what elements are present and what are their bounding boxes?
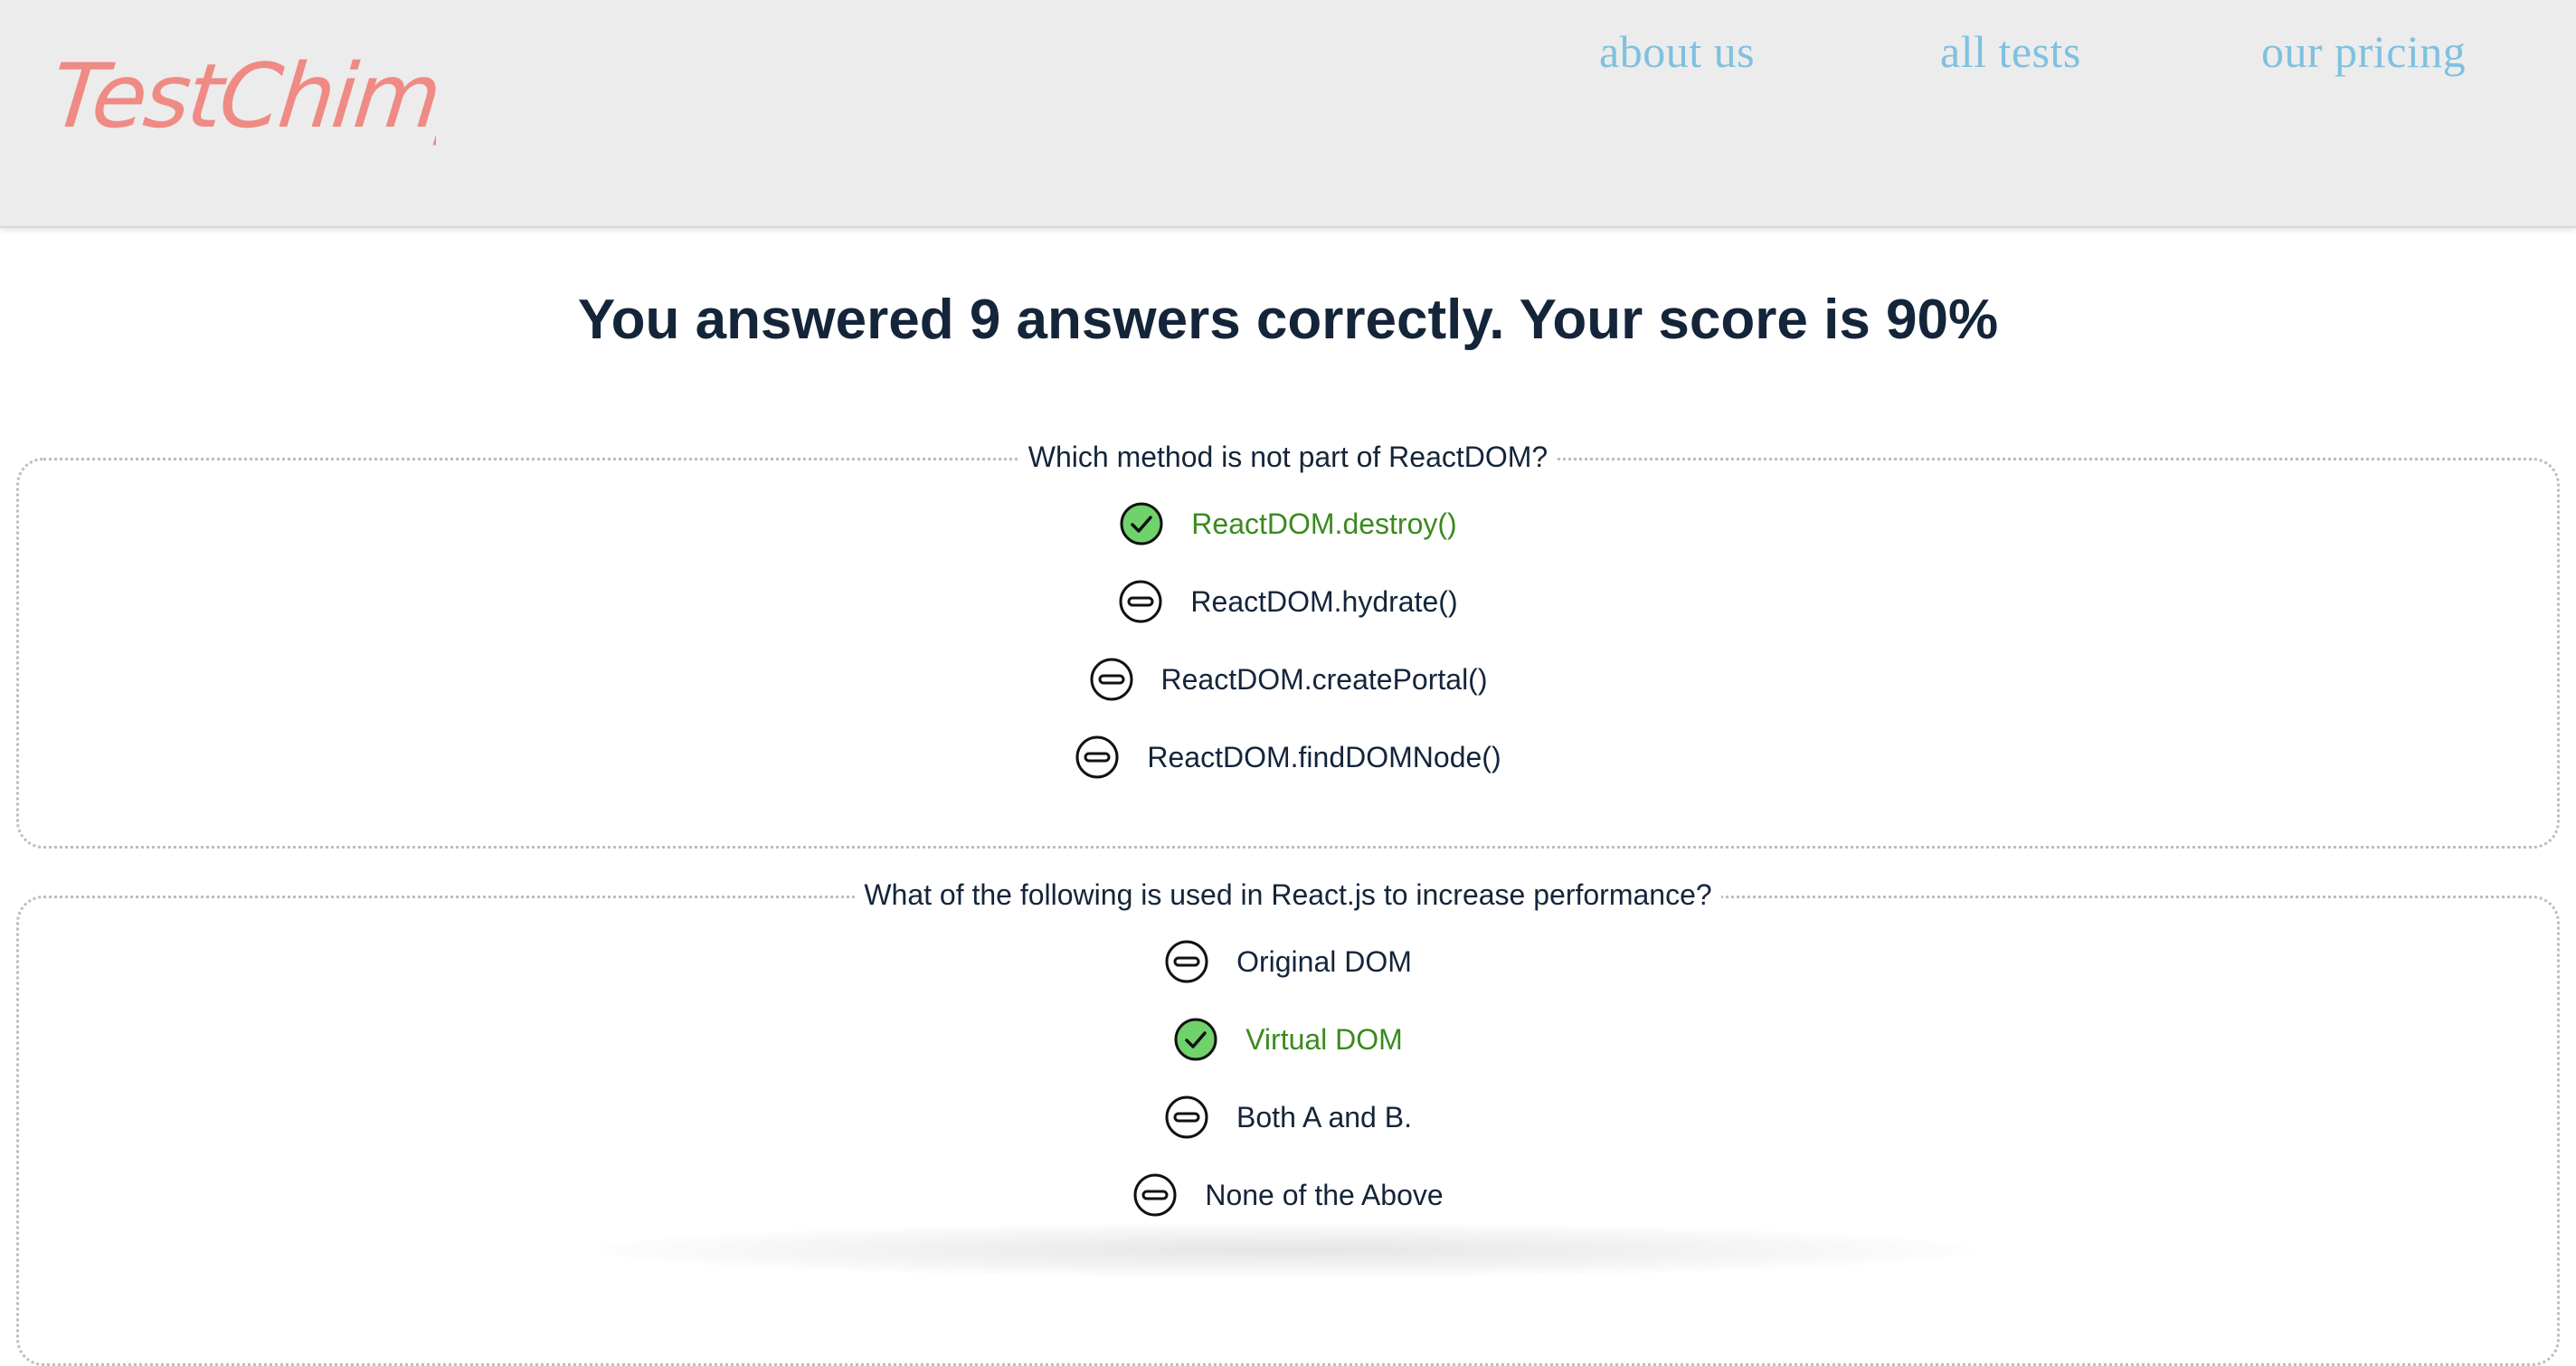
answer-option: ReactDOM.destroy() [19, 497, 2557, 551]
question-card: What of the following is used in React.j… [16, 878, 2560, 1366]
answer-option: ReactDOM.createPortal() [19, 652, 2557, 707]
site-header: TestChimp about us all tests our pricing [0, 0, 2576, 228]
minus-circle-icon [1165, 1096, 1208, 1139]
answer-label: None of the Above [1205, 1178, 1444, 1211]
answer-label: Original DOM [1236, 944, 1412, 978]
check-circle-icon [1174, 1018, 1217, 1061]
nav-link-all-tests[interactable]: all tests [1940, 25, 2081, 78]
answer-option: Both A and B. [19, 1090, 2557, 1144]
answer-label: ReactDOM.createPortal() [1160, 662, 1488, 696]
nav-link-about-us[interactable]: about us [1599, 25, 1755, 78]
question-text: Which method is not part of ReactDOM? [1018, 441, 1558, 473]
minus-circle-icon [1075, 735, 1119, 779]
answer-option: ReactDOM.findDOMNode() [19, 730, 2557, 784]
logo-text: TestChimp [56, 45, 436, 148]
answer-label: ReactDOM.destroy() [1191, 507, 1457, 540]
answer-option: ReactDOM.hydrate() [19, 574, 2557, 629]
answer-label: ReactDOM.findDOMNode() [1147, 740, 1501, 773]
minus-circle-icon [1165, 940, 1208, 983]
nav-link-our-pricing[interactable]: our pricing [2261, 25, 2466, 78]
minus-circle-icon [1119, 580, 1162, 623]
question-text: What of the following is used in React.j… [855, 878, 1721, 911]
minus-circle-icon [1090, 658, 1132, 701]
answer-option: None of the Above [19, 1168, 2557, 1222]
answer-option: Original DOM [19, 934, 2557, 989]
check-circle-icon [1120, 502, 1163, 545]
question-card: Which method is not part of ReactDOM? Re… [16, 441, 2560, 849]
answer-option: Virtual DOM [19, 1012, 2557, 1067]
answer-label: Virtual DOM [1245, 1022, 1403, 1056]
minus-circle-icon [1133, 1173, 1177, 1217]
answer-label: Both A and B. [1236, 1100, 1412, 1134]
score-summary-title: You answered 9 answers correctly. Your s… [577, 289, 1999, 351]
testchimp-logo[interactable]: TestChimp [56, 25, 436, 161]
answer-label: ReactDOM.hydrate() [1190, 584, 1458, 618]
